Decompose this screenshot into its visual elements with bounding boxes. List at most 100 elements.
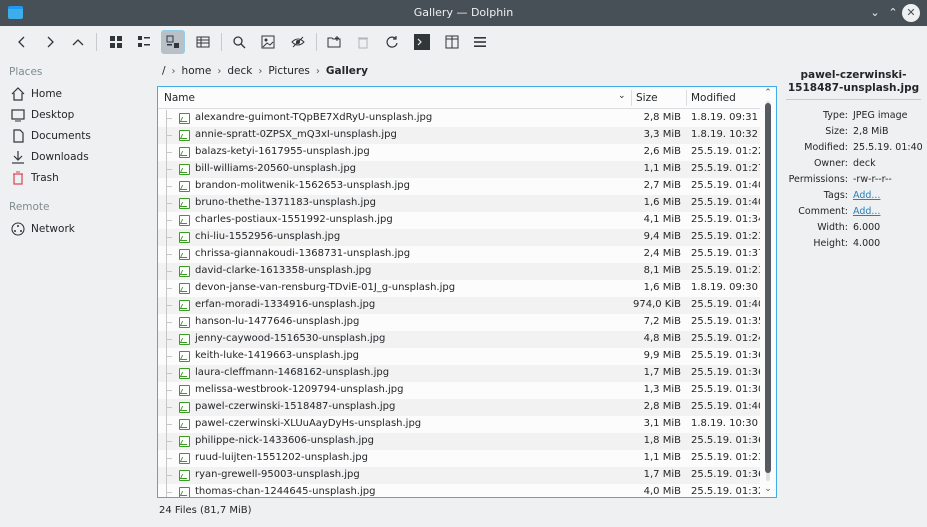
breadcrumb-deck[interactable]: deck <box>227 65 252 77</box>
image-file-icon <box>179 232 190 243</box>
image-icon[interactable] <box>256 30 280 54</box>
image-file-icon <box>179 266 190 277</box>
file-modified: 25.5.19. 01:35 <box>691 316 761 327</box>
image-file-icon <box>179 368 190 379</box>
scroll-thumb[interactable] <box>765 103 771 473</box>
chevron-right-icon[interactable]: › <box>172 66 176 77</box>
close-button[interactable]: ✕ <box>902 4 920 22</box>
downloads-icon <box>10 149 26 165</box>
tree-line <box>166 416 174 433</box>
tree-line <box>166 382 174 399</box>
places-item-home[interactable]: Home <box>0 84 150 104</box>
vertical-scrollbar[interactable]: ⌃ ⌄ <box>760 87 776 497</box>
preview-icon[interactable] <box>191 30 215 54</box>
search-icon[interactable] <box>227 30 251 54</box>
file-list-view[interactable]: Name ⌄ Size Modified alexandre-guimont-T… <box>157 86 777 498</box>
file-modified: 25.5.19. 01:40 <box>691 299 761 310</box>
tree-line <box>166 331 174 348</box>
info-key: Modified: <box>804 142 848 153</box>
file-row[interactable]: keith-luke-1419663-unsplash.jpg 9,9 MiB 25… <box>158 348 761 365</box>
file-size: 974,0 KiB <box>632 299 681 310</box>
file-row[interactable]: laura-cleffmann-1468162-unsplash.jpg 1,7 … <box>158 365 761 382</box>
places-item-documents[interactable]: Documents <box>0 126 150 146</box>
file-row[interactable]: david-clarke-1613358-unsplash.jpg 8,1 MiB… <box>158 263 761 280</box>
file-row[interactable]: ryan-grewell-95003-unsplash.jpg 1,7 MiB 25… <box>158 467 761 484</box>
breadcrumb-gallery[interactable]: Gallery <box>326 65 368 77</box>
hidden-files-icon[interactable] <box>286 30 310 54</box>
terminal-icon[interactable] <box>410 30 434 54</box>
file-row[interactable]: charles-postiaux-1551992-unsplash.jpg 4,1… <box>158 212 761 229</box>
info-divider <box>786 99 921 100</box>
column-separator <box>631 90 632 106</box>
info-add-link[interactable]: Add... <box>853 206 880 217</box>
places-item-trash[interactable]: Trash <box>0 168 150 188</box>
column-name-header[interactable]: Name <box>164 92 195 104</box>
file-row[interactable]: philippe-nick-1433606-unsplash.jpg 1,8 Mi… <box>158 433 761 450</box>
file-row[interactable]: brandon-molitwenik-1562653-unsplash.jpg 2… <box>158 178 761 195</box>
column-modified-header[interactable]: Modified <box>691 92 736 104</box>
desktop-icon <box>10 107 26 123</box>
file-name: hanson-lu-1477646-unsplash.jpg <box>195 316 360 327</box>
places-item-desktop[interactable]: Desktop <box>0 105 150 125</box>
details-view-icon[interactable] <box>161 30 185 54</box>
icons-view-icon[interactable] <box>104 30 128 54</box>
documents-icon <box>10 128 26 144</box>
split-icon[interactable] <box>440 30 464 54</box>
tree-line <box>166 433 174 450</box>
breadcrumb-pictures[interactable]: Pictures <box>268 65 310 77</box>
scroll-up-icon[interactable]: ⌃ <box>760 88 776 100</box>
file-row[interactable]: melissa-westbrook-1209794-unsplash.jpg 1,… <box>158 382 761 399</box>
image-file-icon <box>179 283 190 294</box>
chevron-right-icon[interactable]: › <box>316 66 320 77</box>
breadcrumb-root[interactable]: / <box>162 65 166 77</box>
scroll-down-icon[interactable]: ⌄ <box>760 484 776 496</box>
file-name: david-clarke-1613358-unsplash.jpg <box>195 265 372 276</box>
places-item-label: Documents <box>31 130 91 142</box>
file-row[interactable]: hanson-lu-1477646-unsplash.jpg 7,2 MiB 25.… <box>158 314 761 331</box>
chevron-right-icon[interactable]: › <box>258 66 262 77</box>
up-icon[interactable] <box>66 30 90 54</box>
compact-view-icon[interactable] <box>132 30 156 54</box>
file-row[interactable]: bill-williams-20560-unsplash.jpg 1,1 MiB 2… <box>158 161 761 178</box>
info-add-link[interactable]: Add... <box>853 190 880 201</box>
breadcrumb-home[interactable]: home <box>182 65 212 77</box>
file-size: 2,7 MiB <box>643 180 681 191</box>
file-row[interactable]: bruno-thethe-1371183-unsplash.jpg 1,6 MiB… <box>158 195 761 212</box>
file-row[interactable]: ruud-luijten-1551202-unsplash.jpg 1,1 MiB… <box>158 450 761 467</box>
file-row[interactable]: jenny-caywood-1516530-unsplash.jpg 4,8 Mi… <box>158 331 761 348</box>
places-item-network[interactable]: Network <box>0 219 150 239</box>
sort-chevron-down-icon[interactable]: ⌄ <box>618 91 626 101</box>
file-size: 4,1 MiB <box>643 214 681 225</box>
file-row[interactable]: annie-spratt-0ZPSX_mQ3xI-unsplash.jpg 3,3… <box>158 127 761 144</box>
menu-icon[interactable] <box>468 30 492 54</box>
file-size: 8,1 MiB <box>643 265 681 276</box>
toolbar-separator <box>316 33 317 51</box>
file-row[interactable]: devon-janse-van-rensburg-TDviE-01J_g-uns… <box>158 280 761 297</box>
file-row[interactable]: chrissa-giannakoudi-1368731-unsplash.jpg… <box>158 246 761 263</box>
file-row[interactable]: alexandre-guimont-TQpBE7XdRyU-unsplash.j… <box>158 110 761 127</box>
info-key: Owner: <box>813 158 848 169</box>
places-item-label: Trash <box>31 172 59 184</box>
chevron-right-icon[interactable]: › <box>217 66 221 77</box>
new-folder-icon[interactable] <box>322 30 346 54</box>
file-row[interactable]: erfan-moradi-1334916-unsplash.jpg 974,0 K… <box>158 297 761 314</box>
trash-icon[interactable] <box>351 30 375 54</box>
places-item-downloads[interactable]: Downloads <box>0 147 150 167</box>
file-row[interactable]: pawel-czerwinski-1518487-unsplash.jpg 2,8… <box>158 399 761 416</box>
file-row[interactable]: chi-liu-1552956-unsplash.jpg 9,4 MiB 25.5.… <box>158 229 761 246</box>
file-modified: 25.5.19. 01:23 <box>691 265 761 276</box>
file-modified: 1.8.19. 09:31 <box>691 112 758 123</box>
tree-line <box>166 467 174 484</box>
file-row[interactable]: balazs-ketyi-1617955-unsplash.jpg 2,6 MiB… <box>158 144 761 161</box>
column-size-header[interactable]: Size <box>636 92 658 104</box>
file-row[interactable]: pawel-czerwinski-XLUuAayDyHs-unsplash.jp… <box>158 416 761 433</box>
maximize-button[interactable]: ⌃ <box>884 4 902 22</box>
reload-icon[interactable] <box>380 30 404 54</box>
info-key: Tags: <box>823 190 848 201</box>
file-row[interactable]: thomas-chan-1244645-unsplash.jpg 4,0 MiB 2… <box>158 484 761 497</box>
back-icon[interactable] <box>10 30 34 54</box>
file-size: 2,8 MiB <box>643 112 681 123</box>
minimize-button[interactable]: ⌄ <box>866 4 884 22</box>
file-modified: 25.5.19. 01:36 <box>691 469 761 480</box>
forward-icon[interactable] <box>38 30 62 54</box>
